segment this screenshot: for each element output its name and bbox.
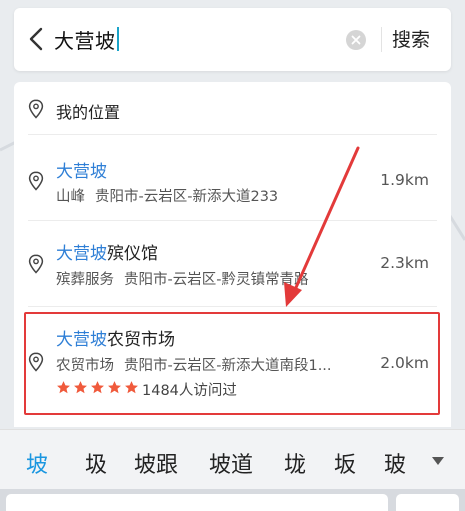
candidate-item[interactable]: 坡道 — [209, 447, 253, 479]
keyboard-key[interactable] — [396, 494, 459, 511]
result-distance: 1.9km — [380, 171, 429, 189]
search-input[interactable]: 大营坡 — [54, 24, 119, 54]
candidate-item[interactable]: 坂 — [334, 447, 356, 479]
result-item[interactable]: 大营坡殡仪馆 殡葬服务 贵阳市-云岩区-黔灵镇常青路 2.3km — [14, 221, 451, 305]
result-title-highlight: 大营坡 — [56, 244, 107, 264]
candidate-item[interactable]: 垅 — [284, 447, 306, 479]
result-item[interactable]: 大营坡 山峰 贵阳市-云岩区-新添大道233 1.9km — [14, 135, 451, 213]
my-location-item[interactable]: 我的位置 — [14, 82, 451, 134]
result-title: 大营坡殡仪馆 — [56, 239, 158, 264]
result-title-highlight: 大营坡 — [56, 162, 107, 182]
location-pin-icon — [28, 254, 44, 274]
result-category: 殡葬服务 — [56, 272, 114, 288]
ime-candidate-bar: 坡 圾 坡跟 坡道 垅 坂 玻 — [0, 429, 465, 489]
result-subtitle: 山峰 贵阳市-云岩区-新添大道233 — [56, 185, 278, 206]
search-button[interactable]: 搜索 — [392, 25, 430, 52]
back-arrow-icon[interactable] — [26, 26, 48, 52]
result-title: 大营坡 — [56, 157, 107, 182]
result-subtitle: 殡葬服务 贵阳市-云岩区-黔灵镇常青路 — [56, 268, 308, 289]
search-bar: 大营坡 搜索 — [14, 8, 451, 71]
candidate-item[interactable]: 玻 — [384, 447, 406, 479]
results-list: 我的位置 大营坡 山峰 贵阳市-云岩区-新添大道233 1.9km 大营坡殡仪馆 … — [14, 82, 451, 427]
expand-candidates-icon[interactable] — [431, 456, 445, 466]
keyboard-area — [0, 489, 465, 511]
candidate-item[interactable]: 坡跟 — [134, 447, 178, 479]
candidate-item[interactable]: 坡 — [26, 447, 48, 479]
result-address: 贵阳市-云岩区-新添大道233 — [95, 189, 279, 205]
location-pin-icon — [28, 99, 44, 119]
text-caret — [116, 27, 119, 51]
result-title-rest: 殡仪馆 — [107, 244, 158, 264]
result-category: 山峰 — [56, 189, 85, 205]
keyboard-key[interactable] — [6, 494, 388, 511]
candidate-item[interactable]: 圾 — [85, 447, 107, 479]
annotation-highlight-box — [24, 312, 440, 415]
clear-icon[interactable] — [345, 29, 367, 51]
result-address: 贵阳市-云岩区-黔灵镇常青路 — [124, 272, 309, 288]
search-divider — [381, 27, 382, 52]
result-distance: 2.3km — [380, 254, 429, 272]
my-location-label: 我的位置 — [56, 103, 121, 122]
search-query-text: 大营坡 — [54, 28, 116, 53]
location-pin-icon — [28, 171, 44, 191]
